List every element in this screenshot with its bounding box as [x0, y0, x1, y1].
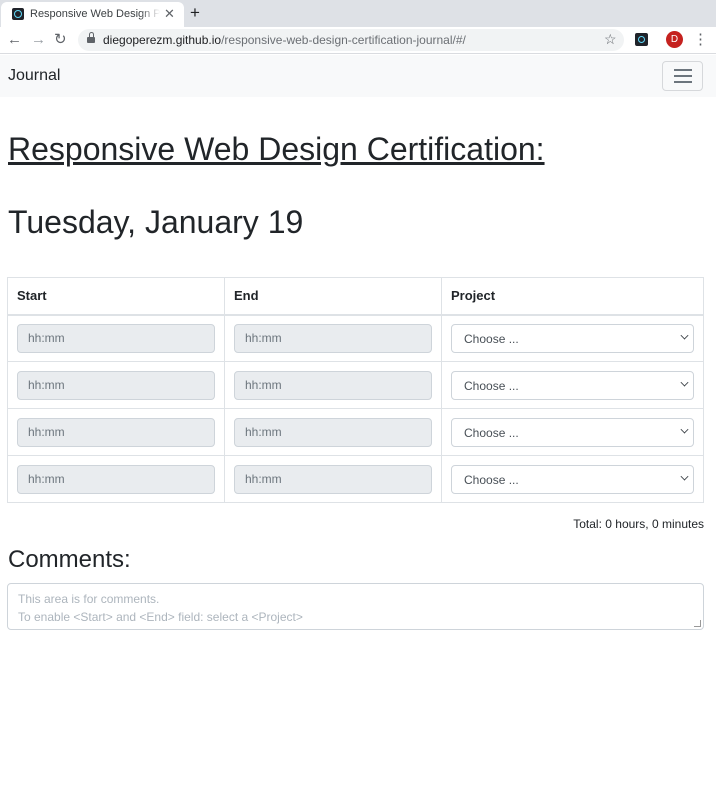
start-time-input[interactable]: [17, 370, 215, 400]
project-cell: Choose ...: [441, 455, 704, 503]
project-select[interactable]: Choose ...: [451, 370, 694, 400]
table-row: Choose ...: [7, 455, 704, 503]
chevron-down-icon: [680, 425, 689, 433]
comments-heading: Comments:: [8, 546, 131, 573]
end-time-input[interactable]: [234, 464, 432, 494]
resize-handle-icon[interactable]: [694, 620, 701, 627]
url-text: diegoperezm.github.io/responsive-web-des…: [103, 33, 466, 47]
table-row: Choose ...: [7, 408, 704, 456]
comments-placeholder-line-2: To enable <Start> and <End> field: selec…: [18, 610, 303, 624]
chevron-down-icon: [680, 331, 689, 340]
browser-menu-icon[interactable]: ⋮: [693, 31, 708, 48]
time-entry-table: Start End Project Choose ... Choose ... …: [7, 277, 704, 503]
start-time-input[interactable]: [17, 464, 215, 494]
navbar-toggler-button[interactable]: [662, 61, 703, 91]
browser-tab-strip: Responsive Web Design Pr ✕ +: [0, 0, 716, 27]
project-select-value: Choose ...: [464, 472, 519, 487]
navbar-brand[interactable]: Journal: [8, 67, 60, 85]
start-time-input[interactable]: [17, 323, 215, 353]
project-select-value: Choose ...: [464, 378, 519, 393]
chevron-down-icon: [680, 378, 689, 386]
project-cell: Choose ...: [441, 314, 704, 362]
start-cell: [7, 314, 225, 362]
browser-toolbar: ← → ↻ diegoperezm.github.io/responsive-w…: [0, 27, 716, 54]
address-bar[interactable]: diegoperezm.github.io/responsive-web-des…: [78, 29, 624, 51]
total-separator: ,: [645, 517, 652, 531]
comments-textarea[interactable]: This area is for comments. To enable <St…: [7, 583, 704, 630]
chevron-down-icon: [680, 472, 689, 480]
project-select[interactable]: Choose ...: [451, 417, 694, 447]
project-select-value: Choose ...: [464, 425, 519, 440]
total-label: Total:: [573, 517, 606, 531]
end-time-input[interactable]: [234, 417, 432, 447]
table-header-row: Start End Project: [7, 277, 704, 316]
project-cell: Choose ...: [441, 361, 704, 409]
close-icon[interactable]: ✕: [164, 7, 175, 21]
project-select[interactable]: Choose ...: [451, 323, 694, 353]
bookmark-star-icon[interactable]: ☆: [604, 31, 617, 48]
total-minutes: 0 minutes: [651, 517, 704, 531]
end-cell: [224, 408, 442, 456]
table-row: Choose ...: [7, 314, 704, 362]
project-cell: Choose ...: [441, 408, 704, 456]
table-row: Choose ...: [7, 361, 704, 409]
start-cell: [7, 361, 225, 409]
hamburger-bar: [674, 81, 692, 83]
end-cell: [224, 361, 442, 409]
end-time-input[interactable]: [234, 370, 432, 400]
url-host: diegoperezm.github.io: [103, 33, 222, 47]
navbar: Journal: [0, 55, 716, 97]
page-title: Responsive Web Design Certification:: [8, 131, 545, 167]
react-favicon-icon: [12, 8, 24, 20]
comments-placeholder-line-1: This area is for comments.: [18, 592, 160, 606]
end-cell: [224, 314, 442, 362]
new-tab-button[interactable]: +: [190, 3, 200, 23]
end-cell: [224, 455, 442, 503]
total-hours: 0 hours: [605, 517, 646, 531]
url-path: /responsive-web-design-certification-jou…: [221, 33, 466, 47]
browser-tab[interactable]: Responsive Web Design Pr ✕: [1, 2, 184, 27]
date-heading: Tuesday, January 19: [8, 204, 304, 240]
forward-icon[interactable]: →: [31, 31, 46, 49]
project-select[interactable]: Choose ...: [451, 464, 694, 494]
project-select-value: Choose ...: [464, 331, 519, 346]
reload-icon[interactable]: ↻: [54, 31, 67, 49]
start-cell: [7, 455, 225, 503]
react-devtools-extension-icon[interactable]: [635, 33, 648, 46]
tab-title: Responsive Web Design Pr: [30, 8, 160, 20]
start-time-input[interactable]: [17, 417, 215, 447]
hamburger-bar: [674, 75, 692, 77]
end-time-input[interactable]: [234, 323, 432, 353]
column-header-project: Project: [441, 277, 704, 316]
total-duration: Total: 0 hours, 0 minutes: [573, 517, 704, 531]
column-header-end: End: [224, 277, 442, 316]
lock-icon: [87, 32, 95, 44]
hamburger-bar: [674, 69, 692, 71]
column-header-start: Start: [7, 277, 225, 316]
start-cell: [7, 408, 225, 456]
profile-avatar[interactable]: D: [666, 31, 683, 48]
back-icon[interactable]: ←: [7, 31, 22, 49]
